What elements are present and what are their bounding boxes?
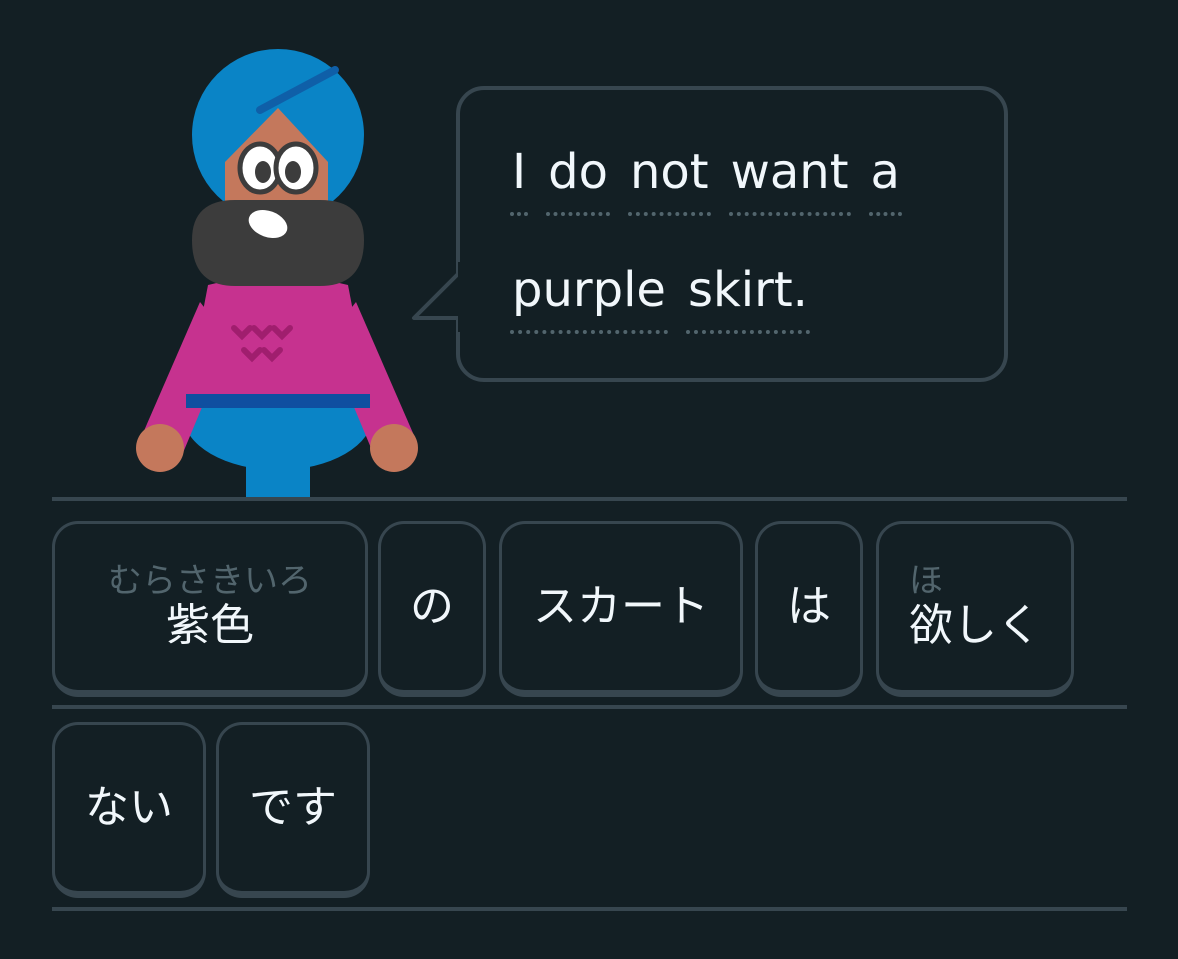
prompt-word[interactable]: want <box>727 142 853 216</box>
prompt-line-2: purple skirt. <box>508 260 826 334</box>
prompt-word[interactable]: do <box>544 142 612 216</box>
furigana: ほ <box>909 561 943 601</box>
speech-bubble: I do not want a purple skirt. <box>456 86 1008 382</box>
word-tile-skirt[interactable]: スカート <box>499 521 743 697</box>
word-tile-wa[interactable]: は <box>755 521 863 697</box>
word-tile-nai[interactable]: ない <box>52 722 206 898</box>
word-tile-no[interactable]: の <box>378 521 486 697</box>
prompt-word[interactable]: I <box>508 142 530 216</box>
speech-bubble-tail <box>412 262 466 332</box>
word-tile-desu[interactable]: です <box>216 722 370 898</box>
tile-text: スカート <box>533 581 709 632</box>
word-tile-murasakiiro[interactable]: むらさきいろ 紫色 <box>52 521 368 697</box>
prompt-line-1: I do not want a <box>508 142 918 216</box>
answer-line-3 <box>52 907 1127 911</box>
tile-text: 欲しく <box>909 600 1041 651</box>
answer-line-2 <box>52 705 1127 709</box>
word-tile-hoshiku[interactable]: ほ 欲しく <box>876 521 1074 697</box>
prompt-word[interactable]: not <box>626 142 713 216</box>
tile-text: は <box>787 581 831 632</box>
prompt-word[interactable]: a <box>867 142 904 216</box>
prompt-word[interactable]: skirt. <box>684 260 812 334</box>
furigana: むらさきいろ <box>108 561 312 601</box>
character-avatar-icon <box>136 49 418 500</box>
prompt-word[interactable]: purple <box>508 260 670 334</box>
tile-text: ない <box>85 782 173 833</box>
answer-line-1 <box>52 497 1127 501</box>
tile-text: です <box>249 782 337 833</box>
tile-text: 紫色 <box>166 600 254 651</box>
tile-text: の <box>410 581 454 632</box>
